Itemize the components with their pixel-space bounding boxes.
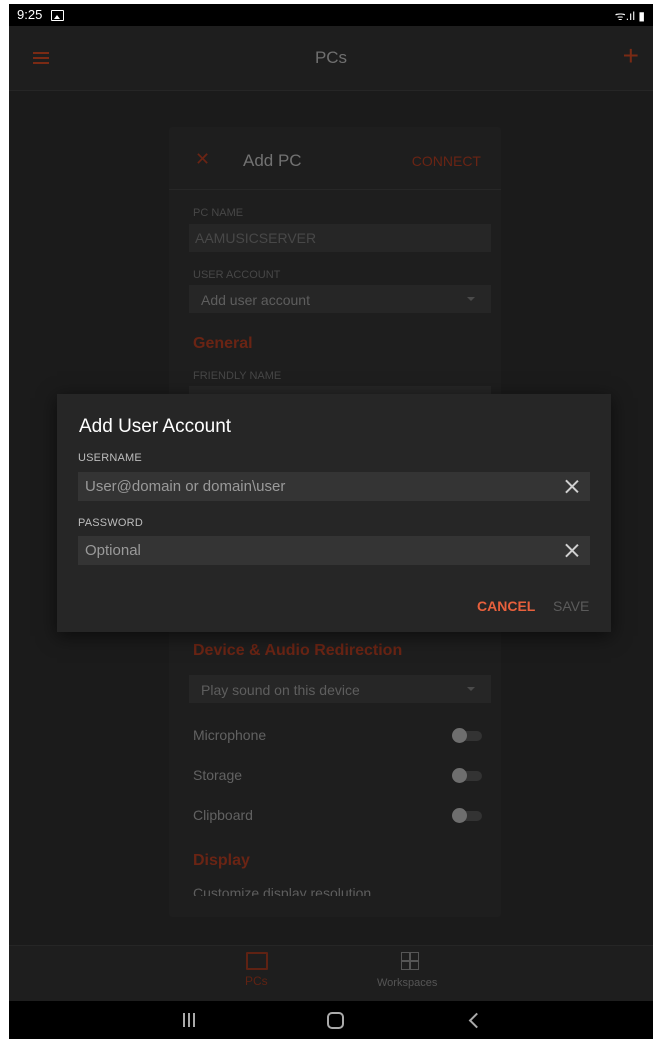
add-pc-header: ✕ Add PC CONNECT: [169, 127, 501, 190]
clipboard-toggle[interactable]: [452, 808, 482, 823]
display-clip: Customize display resolution: [169, 882, 501, 896]
password-input[interactable]: [85, 536, 555, 565]
add-pc-title: Add PC: [243, 151, 302, 170]
clear-password-icon[interactable]: [565, 544, 578, 557]
close-icon[interactable]: ✕: [195, 149, 210, 170]
app-bar: PCs +: [9, 26, 653, 91]
username-input[interactable]: [85, 472, 555, 501]
back-icon[interactable]: [468, 1012, 485, 1029]
save-button[interactable]: SAVE: [553, 598, 589, 614]
app-screen: 9:25 ᯤ.ıl ▮ PCs + ✕ Add PC CONNECT PC NA…: [9, 4, 653, 1039]
storage-label: Storage: [193, 767, 243, 783]
user-account-value: Add user account: [201, 292, 310, 308]
chevron-down-icon: [467, 687, 475, 691]
tab-workspaces-label: Workspaces: [377, 977, 438, 989]
general-heading: General: [193, 335, 253, 352]
device-audio-heading: Device & Audio Redirection: [193, 642, 403, 659]
user-account-label: USER ACCOUNT: [193, 269, 281, 281]
sound-select[interactable]: Play sound on this device: [189, 675, 491, 703]
recent-apps-icon[interactable]: [183, 1013, 197, 1027]
gallery-icon: [51, 10, 64, 21]
username-label: USERNAME: [78, 452, 142, 464]
pc-name-field[interactable]: AAMUSICSERVER: [189, 224, 491, 252]
home-icon[interactable]: [327, 1012, 344, 1029]
username-field: [78, 472, 590, 501]
cancel-button[interactable]: CANCEL: [477, 598, 535, 614]
microphone-toggle[interactable]: [452, 728, 482, 743]
microphone-label: Microphone: [193, 727, 267, 743]
workspaces-icon: [401, 952, 419, 970]
password-label: PASSWORD: [78, 517, 143, 529]
status-time: 9:25: [17, 7, 43, 22]
monitor-icon: [246, 952, 268, 970]
display-heading: Display: [193, 852, 250, 869]
system-nav-bar: [9, 1001, 653, 1039]
tab-pcs[interactable]: PCs: [231, 946, 291, 1002]
add-user-account-dialog: Add User Account USERNAME PASSWORD CANCE…: [57, 394, 611, 632]
password-field: [78, 536, 590, 565]
connect-button[interactable]: CONNECT: [412, 153, 481, 169]
clear-username-icon[interactable]: [565, 480, 578, 493]
pc-name-label: PC NAME: [193, 207, 244, 219]
page-title: PCs: [314, 48, 348, 67]
chevron-down-icon: [467, 297, 475, 301]
tab-pcs-label: PCs: [245, 974, 268, 988]
clipboard-label: Clipboard: [193, 807, 253, 823]
display-resolution-label[interactable]: Customize display resolution: [193, 885, 371, 896]
sound-value: Play sound on this device: [201, 682, 360, 698]
add-icon[interactable]: +: [623, 42, 639, 70]
status-bar: 9:25 ᯤ.ıl ▮: [9, 4, 653, 26]
storage-toggle[interactable]: [452, 768, 482, 783]
tab-workspaces[interactable]: Workspaces: [369, 946, 453, 1002]
friendly-name-label: FRIENDLY NAME: [193, 370, 282, 382]
dialog-title: Add User Account: [79, 416, 232, 437]
signal-battery-icon: ᯤ.ıl ▮: [614, 9, 645, 23]
pc-name-value: AAMUSICSERVER: [195, 230, 317, 246]
user-account-select[interactable]: Add user account: [189, 285, 491, 313]
bottom-nav: PCs Workspaces: [9, 945, 653, 1002]
